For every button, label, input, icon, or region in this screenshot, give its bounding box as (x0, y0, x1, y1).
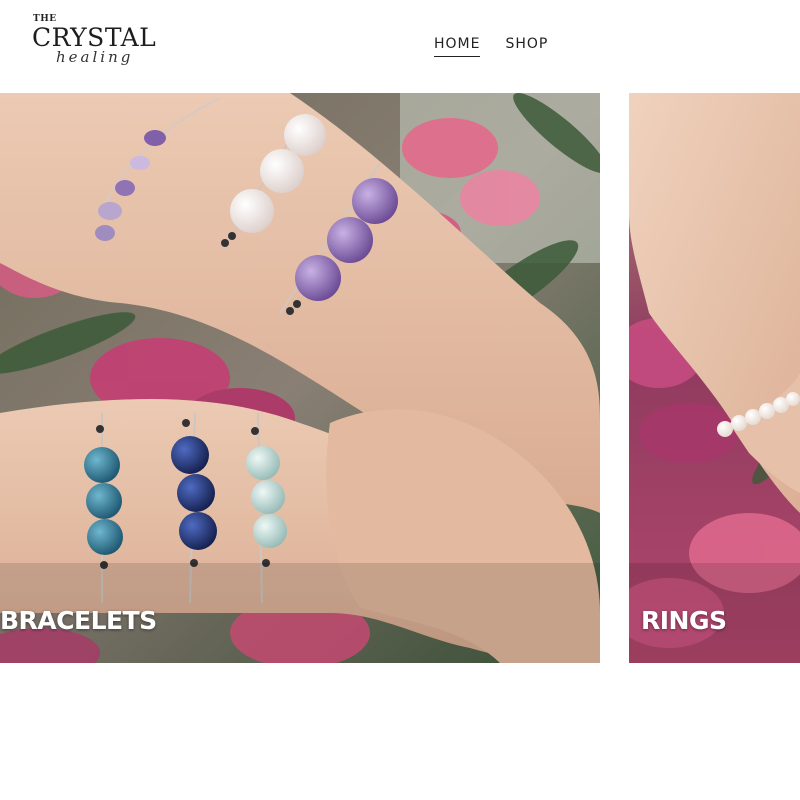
category-label-rings: RINGS (641, 606, 727, 635)
category-label-bracelets: BRACELETS (0, 606, 157, 635)
nav-home-link[interactable]: HOME (434, 36, 481, 57)
page: THE CRYSTAL healing HOME SHOP BRACELETS … (0, 0, 800, 800)
brand-logo[interactable]: THE CRYSTAL healing (32, 13, 162, 77)
logo-script: healing (56, 48, 134, 66)
main-nav: HOME SHOP (434, 36, 548, 57)
nav-shop-link[interactable]: SHOP (505, 36, 548, 57)
site-header: THE CRYSTAL healing HOME SHOP (0, 0, 800, 92)
rings-photo (629, 93, 800, 663)
logo-wordmark: CRYSTAL (32, 23, 157, 52)
category-tile-rings[interactable]: RINGS (629, 93, 800, 663)
category-tile-bracelets[interactable]: BRACELETS (0, 93, 600, 663)
bracelets-photo (0, 93, 600, 663)
